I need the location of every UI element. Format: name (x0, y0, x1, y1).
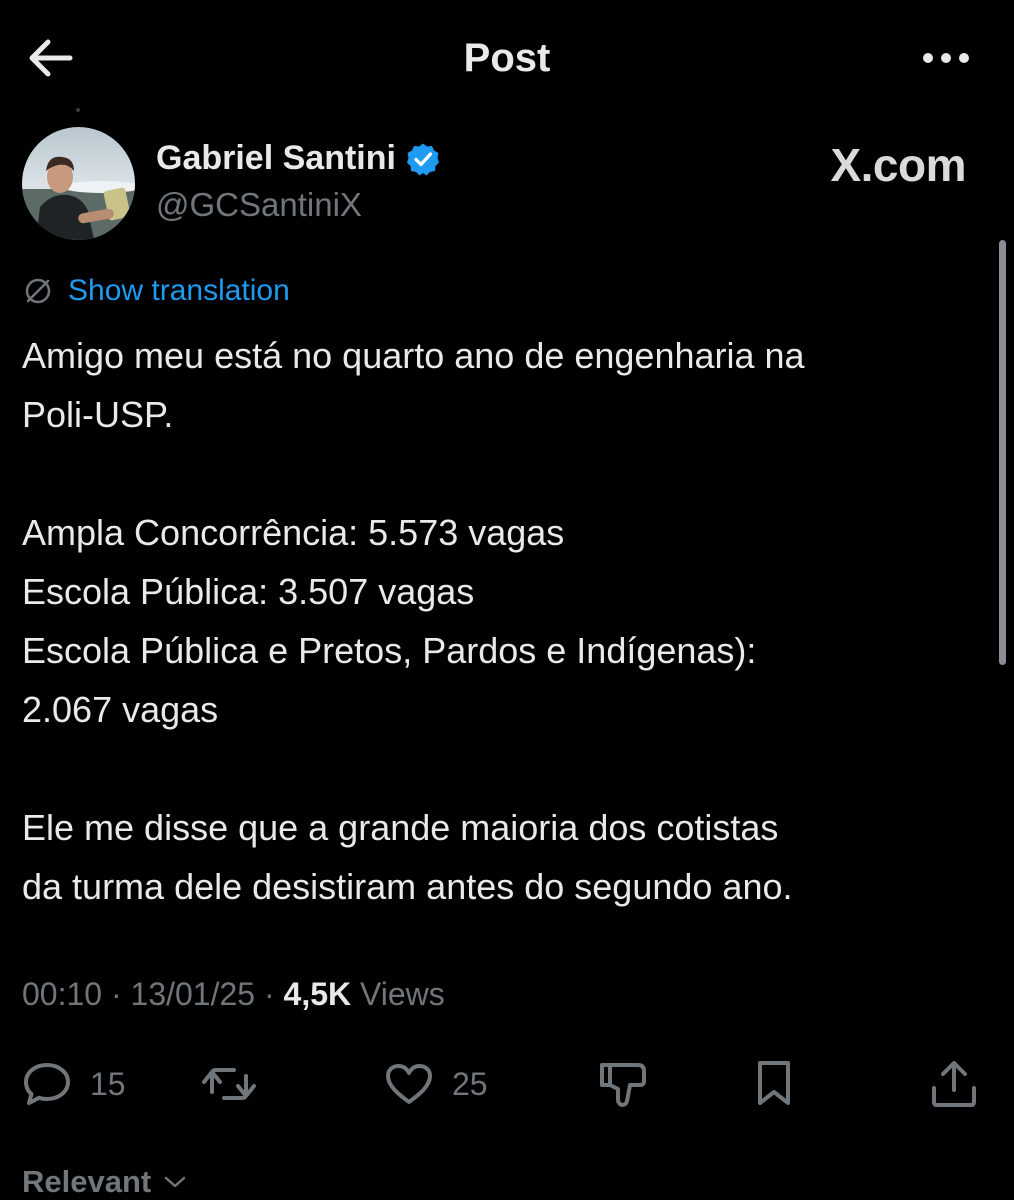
author-name-row[interactable]: Gabriel Santini (156, 139, 440, 178)
reply-bubble-icon (24, 1063, 70, 1105)
top-bar: Post (0, 0, 1014, 110)
meta-separator: · (102, 976, 131, 1012)
translate-globe-icon (25, 278, 51, 304)
post-date[interactable]: 13/01/25 (131, 976, 256, 1012)
verified-badge-icon (406, 143, 439, 175)
source-watermark: X.com (830, 139, 966, 191)
sort-label: Relevant (22, 1164, 152, 1199)
like-button[interactable]: 25 (384, 1052, 488, 1116)
thread-indicator-dot (76, 108, 80, 112)
scrollbar[interactable] (999, 240, 1006, 665)
heart-icon (386, 1064, 432, 1104)
show-translation-link[interactable]: Show translation (22, 274, 290, 308)
post-line: da turma dele desistiram antes do segund… (22, 866, 793, 907)
chevron-down-icon (164, 1176, 186, 1188)
dislike-button[interactable] (598, 1052, 650, 1116)
post-text: Amigo meu está no quarto ano de engenhar… (22, 326, 982, 916)
reply-count: 15 (90, 1065, 126, 1102)
post-line: 2.067 vagas (22, 689, 219, 730)
author-name: Gabriel Santini (156, 139, 396, 177)
post-line: Ele me disse que a grande maioria dos co… (22, 807, 779, 848)
like-count: 25 (452, 1065, 488, 1102)
show-translation-label: Show translation (68, 274, 290, 307)
bookmark-button[interactable] (752, 1052, 796, 1116)
repost-icon (202, 1068, 256, 1100)
post-line: Ampla Concorrência: 5.573 vagas (22, 512, 565, 553)
bookmark-icon (758, 1061, 790, 1105)
share-button[interactable] (928, 1052, 980, 1116)
page-title: Post (463, 36, 551, 80)
post-time[interactable]: 00:10 (22, 976, 102, 1012)
sort-replies-dropdown[interactable]: Relevant (22, 1164, 187, 1200)
post-line: Poli-USP. (22, 394, 174, 435)
author-handle[interactable]: @GCSantiniX (156, 186, 362, 224)
post-line: Amigo meu está no quarto ano de engenhar… (22, 335, 805, 376)
action-bar: 15 25 (0, 1052, 1014, 1116)
post-page: Post Gabriel Santini @GCSantiniX X.com S… (0, 0, 1014, 1200)
repost-button[interactable] (200, 1052, 258, 1116)
share-icon (932, 1061, 976, 1107)
post-meta: 00:10 · 13/01/25 · 4,5K Views (22, 976, 445, 1013)
avatar[interactable] (22, 127, 135, 240)
reply-button[interactable]: 15 (22, 1052, 126, 1116)
more-horizontal-icon (923, 53, 969, 63)
post-line: Escola Pública e Pretos, Pardos e Indíge… (22, 630, 757, 671)
views-label: Views (360, 976, 445, 1012)
more-options-button[interactable] (918, 36, 974, 80)
avatar-photo (22, 127, 135, 240)
meta-separator: · (255, 976, 284, 1012)
thumbs-down-icon (600, 1063, 646, 1107)
views-count[interactable]: 4,5K (284, 976, 352, 1012)
post-line: Escola Pública: 3.507 vagas (22, 571, 475, 612)
